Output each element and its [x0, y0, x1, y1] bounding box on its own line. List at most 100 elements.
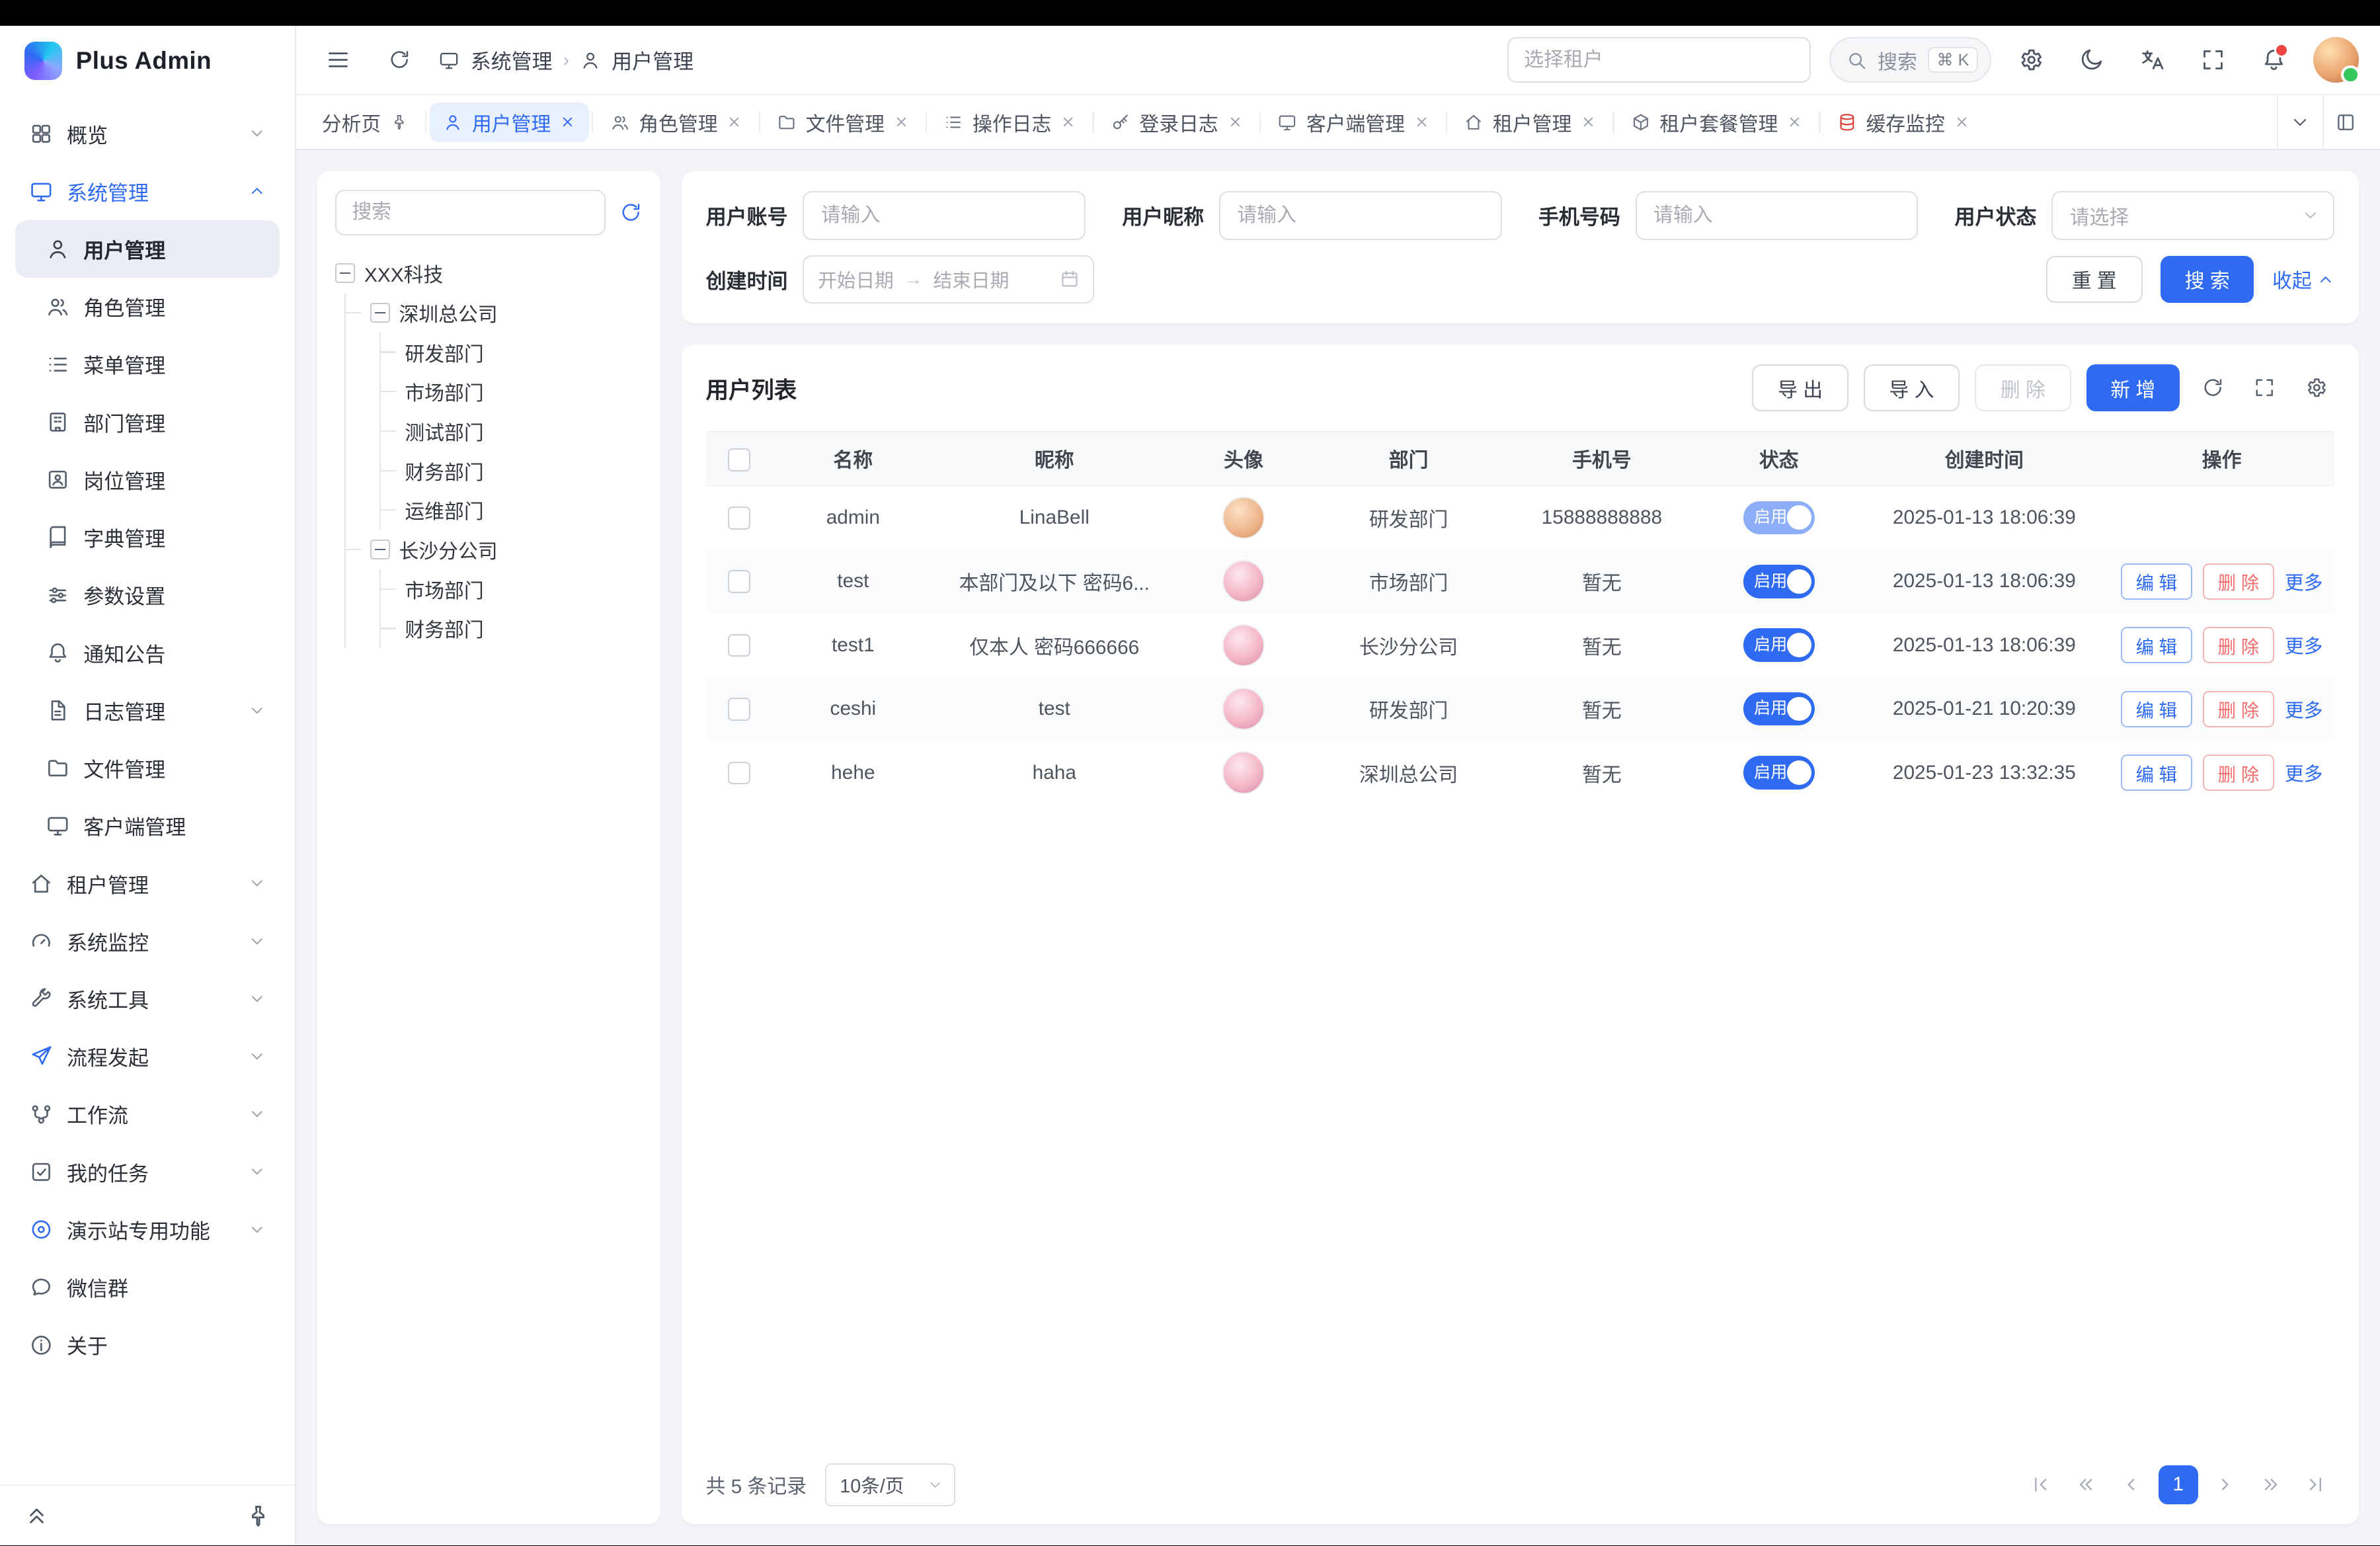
tab-user-management[interactable]: 用户管理: [430, 102, 589, 142]
sidebar-item-file-management[interactable]: 文件管理: [15, 739, 280, 797]
sidebar-item-system[interactable]: 系统管理: [15, 163, 280, 220]
row-checkbox[interactable]: [728, 570, 750, 592]
tree-node-leaf[interactable]: 测试部门: [381, 411, 643, 451]
edit-button[interactable]: 编 辑: [2121, 627, 2192, 663]
pin-icon[interactable]: [390, 113, 409, 132]
tab-tenant-management[interactable]: 租户管理: [1450, 102, 1610, 142]
tab-analysis[interactable]: 分析页: [308, 102, 422, 142]
tree-node-leaf[interactable]: 研发部门: [381, 333, 643, 372]
status-toggle[interactable]: 启用: [1743, 756, 1815, 790]
sidebar-item-role-management[interactable]: 角色管理: [15, 278, 280, 335]
prev-pages-button[interactable]: [2067, 1467, 2104, 1503]
sidebar-item-user-management[interactable]: 用户管理: [15, 220, 280, 278]
global-search[interactable]: 搜索 ⌘ K: [1829, 37, 1991, 83]
fullscreen-button[interactable]: [2192, 39, 2234, 81]
sidebar-item-menu-management[interactable]: 菜单管理: [15, 335, 280, 393]
sidebar-item-log-management[interactable]: 日志管理: [15, 682, 280, 739]
close-icon[interactable]: [1060, 114, 1076, 130]
sidebar-item-dict-management[interactable]: 字典管理: [15, 509, 280, 566]
sidebar-item-system-monitor[interactable]: 系统监控: [15, 913, 280, 970]
edit-button[interactable]: 编 辑: [2121, 691, 2192, 727]
status-toggle[interactable]: 启用: [1743, 565, 1815, 598]
close-icon[interactable]: [1581, 114, 1596, 130]
more-button[interactable]: 更多: [2285, 759, 2322, 786]
sidebar-item-overview[interactable]: 概览: [15, 104, 280, 162]
more-button[interactable]: 更多: [2285, 631, 2322, 659]
reset-button[interactable]: 重 置: [2046, 256, 2142, 303]
first-page-button[interactable]: [2022, 1467, 2058, 1503]
close-icon[interactable]: [1954, 114, 1969, 130]
tree-node-root[interactable]: XXX科技: [335, 253, 642, 293]
theme-toggle-button[interactable]: [2071, 39, 2113, 81]
page-size-select[interactable]: 10条/页: [825, 1463, 955, 1506]
status-select[interactable]: 请选择: [2051, 191, 2334, 239]
close-icon[interactable]: [727, 114, 742, 130]
table-refresh-button[interactable]: [2195, 370, 2231, 406]
sidebar-item-my-tasks[interactable]: 我的任务: [15, 1143, 280, 1201]
next-page-button[interactable]: [2207, 1467, 2243, 1503]
more-button[interactable]: 更多: [2285, 696, 2322, 723]
tab-role-management[interactable]: 角色管理: [596, 102, 756, 142]
tree-search-input[interactable]: [335, 190, 606, 235]
edit-button[interactable]: 编 辑: [2121, 563, 2192, 600]
row-checkbox[interactable]: [728, 698, 750, 720]
sidebar-item-tenant-management[interactable]: 租户管理: [15, 854, 280, 912]
refresh-page-button[interactable]: [378, 39, 420, 81]
sidebar-item-client-management[interactable]: 客户端管理: [15, 797, 280, 854]
tab-file-management[interactable]: 文件管理: [763, 102, 922, 142]
close-icon[interactable]: [1787, 114, 1802, 130]
collapse-toggle-icon[interactable]: [370, 540, 390, 559]
status-toggle[interactable]: 启用: [1743, 692, 1815, 726]
row-checkbox[interactable]: [728, 507, 750, 529]
app-logo[interactable]: Plus Admin: [0, 26, 295, 96]
table-settings-button[interactable]: [2298, 370, 2334, 406]
sidebar-item-post-management[interactable]: 岗位管理: [15, 451, 280, 509]
phone-input[interactable]: [1636, 191, 1919, 239]
table-fullscreen-button[interactable]: [2246, 370, 2283, 406]
delete-button[interactable]: 删 除: [2203, 563, 2274, 600]
status-toggle[interactable]: 启用: [1743, 628, 1815, 662]
delete-button[interactable]: 删 除: [2203, 691, 2274, 727]
delete-button[interactable]: 删 除: [2203, 627, 2274, 663]
collapse-toggle-icon[interactable]: [370, 303, 390, 323]
sidebar-item-notice[interactable]: 通知公告: [15, 624, 280, 682]
close-icon[interactable]: [894, 114, 909, 130]
prev-page-button[interactable]: [2113, 1467, 2149, 1503]
add-user-button[interactable]: 新 增: [2086, 364, 2180, 411]
tab-client-management[interactable]: 客户端管理: [1264, 102, 1443, 142]
settings-button[interactable]: [2010, 39, 2052, 81]
user-avatar[interactable]: [2313, 37, 2359, 83]
tree-refresh-icon[interactable]: [619, 201, 642, 224]
collapse-toggle-icon[interactable]: [335, 263, 355, 283]
sidebar-collapse-button[interactable]: [21, 1500, 52, 1531]
sidebar-item-demo-features[interactable]: 演示站专用功能: [15, 1201, 280, 1258]
nickname-input[interactable]: [1219, 191, 1502, 239]
tree-node-leaf[interactable]: 市场部门: [381, 569, 643, 609]
tree-node-branch[interactable]: 深圳总公司: [346, 293, 642, 333]
tab-operation-log[interactable]: 操作日志: [930, 102, 1090, 142]
sidebar-item-flow-start[interactable]: 流程发起: [15, 1028, 280, 1085]
edit-button[interactable]: 编 辑: [2121, 754, 2192, 791]
hamburger-menu-button[interactable]: [317, 39, 360, 81]
close-icon[interactable]: [1414, 114, 1429, 130]
tree-node-leaf[interactable]: 运维部门: [381, 491, 643, 530]
import-button[interactable]: 导 入: [1864, 364, 1960, 411]
tab-layout-button[interactable]: [2322, 95, 2368, 149]
export-button[interactable]: 导 出: [1752, 364, 1848, 411]
row-checkbox[interactable]: [728, 762, 750, 784]
sidebar-item-dept-management[interactable]: 部门管理: [15, 393, 280, 451]
language-button[interactable]: [2131, 39, 2173, 81]
delete-button[interactable]: 删 除: [2203, 754, 2274, 791]
batch-delete-button[interactable]: 删 除: [1975, 364, 2071, 411]
tree-node-leaf[interactable]: 财务部门: [381, 609, 643, 649]
tree-node-leaf[interactable]: 市场部门: [381, 372, 643, 411]
sidebar-pin-button[interactable]: [243, 1500, 274, 1531]
tab-login-log[interactable]: 登录日志: [1097, 102, 1256, 142]
sidebar-item-system-tools[interactable]: 系统工具: [15, 970, 280, 1028]
tab-tenant-package[interactable]: 租户套餐管理: [1617, 102, 1816, 142]
tab-cache-monitor[interactable]: 缓存监控: [1823, 102, 1983, 142]
collapse-filters-link[interactable]: 收起: [2272, 264, 2334, 294]
sidebar-item-workflow[interactable]: 工作流: [15, 1085, 280, 1143]
sidebar-item-about[interactable]: 关于: [15, 1316, 280, 1373]
more-button[interactable]: 更多: [2285, 568, 2322, 595]
